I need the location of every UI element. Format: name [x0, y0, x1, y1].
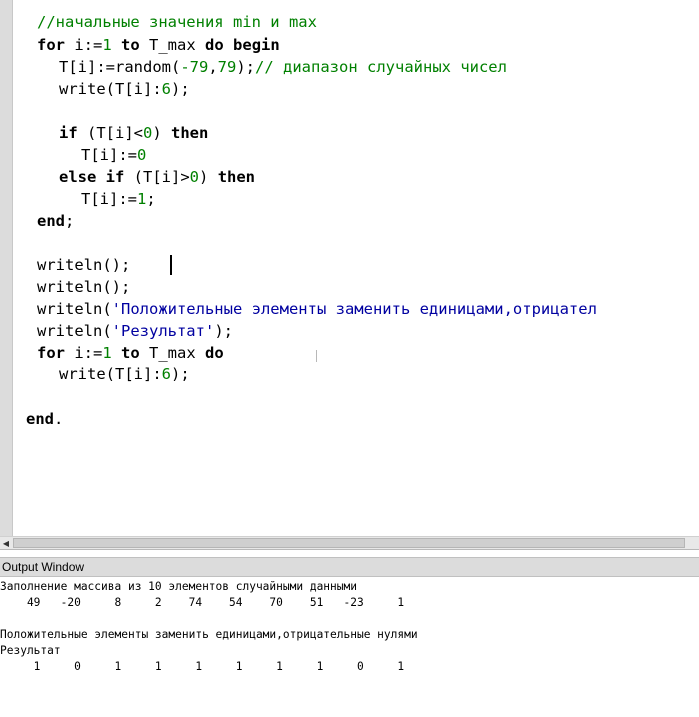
- keyword: if: [105, 168, 125, 186]
- output-window-title: Output Window: [0, 557, 699, 577]
- code-comment: // диапазон случайных чисел: [255, 58, 507, 76]
- keyword: begin: [233, 36, 280, 54]
- number-literal: 1: [137, 190, 147, 208]
- code-line: end.: [26, 409, 63, 429]
- code-line: end;: [37, 211, 74, 231]
- code-comment: //начальные значения min и max: [37, 13, 317, 31]
- code-line: writeln();: [37, 255, 130, 275]
- keyword: end: [37, 212, 65, 230]
- code-text: i:=: [65, 344, 103, 362]
- code-text: write(T[i]:: [59, 365, 162, 383]
- code-line: //начальные значения min и max: [37, 12, 317, 32]
- keyword: do: [205, 36, 224, 54]
- code-text: ;: [65, 212, 75, 230]
- code-text: write(T[i]:: [59, 80, 162, 98]
- code-text: );: [214, 322, 233, 340]
- scroll-left-arrow-icon[interactable]: ◀: [0, 537, 12, 549]
- code-text: ;: [146, 190, 156, 208]
- code-text: T_max: [139, 36, 206, 54]
- code-text: ): [152, 124, 172, 142]
- code-text: );: [171, 80, 190, 98]
- code-line: writeln('Результат');: [37, 321, 233, 341]
- code-line: T[i]:=random(-79,79);// диапазон случайн…: [59, 57, 507, 77]
- code-text: writeln(: [37, 322, 112, 340]
- text-caret: [170, 255, 172, 275]
- code-editor[interactable]: //начальные значения min и max for i:=1 …: [0, 0, 699, 536]
- keyword: if: [59, 124, 78, 142]
- code-text: T[i]:=random(: [59, 58, 181, 76]
- horizontal-scrollbar[interactable]: ◀: [0, 536, 699, 550]
- keyword: do: [205, 344, 224, 362]
- code-text: T[i]:=: [81, 146, 137, 164]
- code-text: (T[i]>: [124, 168, 190, 186]
- code-line: else if (T[i]>0) then: [59, 167, 255, 187]
- ide-window: //начальные значения min и max for i:=1 …: [0, 0, 699, 717]
- code-text: );: [236, 58, 256, 76]
- mouse-ibeam-cursor: [316, 350, 317, 362]
- number-literal: 0: [189, 168, 200, 186]
- keyword: to: [121, 344, 140, 362]
- code-line: T[i]:=0: [81, 145, 146, 165]
- number-literal: 0: [143, 124, 153, 142]
- code-text: writeln();: [37, 278, 131, 296]
- code-area[interactable]: //начальные значения min и max for i:=1 …: [0, 0, 699, 536]
- code-line: T[i]:=1;: [81, 189, 156, 209]
- code-text: writeln(: [37, 300, 112, 318]
- code-line: for i:=1 to T_max do begin: [37, 35, 280, 55]
- output-line: 1 0 1 1 1 1 1 1 0 1: [0, 660, 405, 673]
- keyword: for: [37, 36, 65, 54]
- number-literal: -79: [180, 58, 209, 76]
- code-text: (T[i]<: [77, 124, 143, 142]
- code-line: writeln('Положительные элементы заменить…: [37, 299, 597, 319]
- code-line: writeln();: [37, 277, 130, 297]
- code-line: write(T[i]:6);: [59, 79, 190, 99]
- output-line: Положительные элементы заменить единицам…: [0, 628, 418, 641]
- keyword: else: [59, 168, 97, 186]
- code-text: writeln();: [37, 256, 131, 274]
- string-literal: 'Положительные элементы заменить единица…: [111, 300, 597, 318]
- keyword: then: [171, 124, 209, 142]
- code-text: .: [54, 410, 64, 428]
- number-literal: 79: [217, 58, 237, 76]
- keyword: end: [26, 410, 54, 428]
- number-literal: 1: [102, 344, 112, 362]
- code-line: for i:=1 to T_max do: [37, 343, 224, 363]
- output-line: Результат: [0, 644, 61, 657]
- code-line: if (T[i]<0) then: [59, 123, 208, 143]
- code-text: ): [199, 168, 218, 186]
- code-text: ,: [208, 58, 218, 76]
- number-literal: 6: [161, 80, 171, 98]
- code-text: i:=: [65, 36, 103, 54]
- number-literal: 1: [102, 36, 112, 54]
- code-text: T_max: [139, 344, 206, 362]
- keyword: then: [217, 168, 256, 186]
- keyword: to: [121, 36, 140, 54]
- code-text: );: [171, 365, 190, 383]
- scrollbar-thumb[interactable]: [13, 538, 685, 548]
- string-literal: 'Результат': [111, 322, 215, 340]
- number-literal: 6: [161, 365, 171, 383]
- code-text: T[i]:=: [81, 190, 137, 208]
- output-line: Заполнение массива из 10 элементов случа…: [0, 580, 357, 593]
- output-panel[interactable]: Заполнение массива из 10 элементов случа…: [0, 577, 699, 717]
- output-line: 49 -20 8 2 74 54 70 51 -23 1: [0, 596, 405, 609]
- code-line: write(T[i]:6);: [59, 364, 190, 384]
- keyword: for: [37, 344, 65, 362]
- number-literal: 0: [137, 146, 147, 164]
